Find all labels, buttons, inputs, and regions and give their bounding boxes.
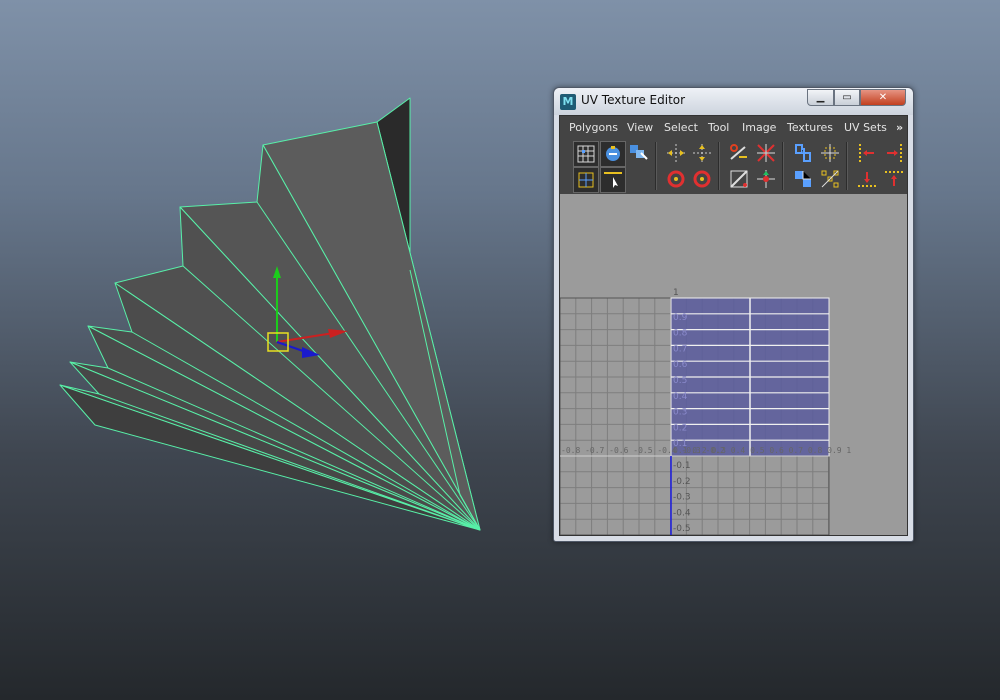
uv-select-move-icon[interactable]	[627, 141, 651, 165]
uv-flip-v-icon[interactable]	[690, 141, 714, 165]
v-neg-tick-label: -0.2	[673, 477, 691, 487]
uv-texture-editor-window[interactable]: M UV Texture Editor ▁ ▭ ✕ Polygons View …	[553, 87, 914, 542]
uv-canvas[interactable]: 1 0.9 0.8 0.7 0.6 0.5 0.4 0.3 0.2 0.1 -0.1 -0.2 -0.…	[560, 194, 907, 535]
v-tick-label: 0.6	[673, 360, 688, 370]
v-neg-tick-label: -0.3	[673, 493, 691, 503]
v-tick-label: 0.2	[673, 423, 687, 433]
window-titlebar[interactable]: M UV Texture Editor ▁ ▭ ✕	[554, 88, 913, 115]
uv-sew-icon[interactable]	[754, 141, 778, 165]
v-tick-label: 0.7	[673, 344, 687, 354]
v-tick-labels: 10.90.80.70.60.50.40.30.20.1	[673, 288, 688, 449]
v-neg-tick-label: -0.5	[673, 524, 691, 534]
maximize-button[interactable]: ▭	[834, 89, 860, 106]
v-tick-label: 0.8	[673, 329, 688, 339]
toolbar-separator	[846, 142, 848, 190]
menu-view[interactable]: View	[627, 121, 653, 134]
window-title: UV Texture Editor	[581, 93, 686, 107]
uv-frame-icon[interactable]	[573, 167, 599, 193]
editor-panel: Polygons View Select Tool Image Textures…	[559, 115, 908, 536]
menu-polygons[interactable]: Polygons	[569, 121, 618, 134]
toolbar-separator	[718, 142, 720, 190]
uv-snap-icon[interactable]	[818, 141, 842, 165]
v-tick-label: 0.4	[673, 392, 688, 402]
uv-normalize-icon[interactable]	[791, 167, 815, 191]
uv-align-top-icon[interactable]	[882, 167, 906, 191]
menu-select[interactable]: Select	[664, 121, 698, 134]
uv-grid-icon[interactable]	[573, 141, 599, 167]
v-tick-label: 0.5	[673, 376, 687, 386]
uv-toolbar	[560, 138, 907, 193]
u-tick-labels-pos: 0.1 0.2 0.3 0.4 0.5 0.6 0.7 0.8 0.9 1	[673, 446, 851, 455]
uv-layout-icon[interactable]	[791, 141, 815, 165]
v-neg-tick-label: -0.1	[673, 461, 691, 471]
fan-mesh[interactable]	[59, 97, 481, 531]
menu-uv-sets[interactable]: UV Sets	[844, 121, 887, 134]
v-tick-label: 0.9	[673, 313, 688, 323]
uv-align-bottom-icon[interactable]	[855, 167, 879, 191]
uv-flip-u-icon[interactable]	[664, 141, 688, 165]
menu-overflow-chevron-icon[interactable]: »	[896, 121, 903, 134]
maya-icon: M	[560, 94, 576, 110]
minimize-button[interactable]: ▁	[807, 89, 834, 106]
uv-rotate-icon[interactable]	[600, 141, 626, 167]
v-tick-label: 0.3	[673, 408, 687, 418]
uv-rotate-cw-icon[interactable]	[690, 167, 714, 191]
uv-rotate-ccw-icon[interactable]	[664, 167, 688, 191]
close-button[interactable]: ✕	[860, 89, 906, 106]
v-tick-label: 1	[673, 288, 679, 298]
uv-move-pivot-icon[interactable]	[754, 167, 778, 191]
menu-tool[interactable]: Tool	[708, 121, 729, 134]
uv-select-tool-icon[interactable]	[600, 167, 626, 193]
menu-bar: Polygons View Select Tool Image Textures…	[560, 116, 907, 138]
uv-align-right-icon[interactable]	[882, 141, 906, 165]
v-neg-tick-label: -0.4	[673, 508, 691, 518]
toolbar-separator	[655, 142, 657, 190]
uv-cut-icon[interactable]	[727, 141, 751, 165]
menu-image[interactable]: Image	[742, 121, 776, 134]
toolbar-separator	[782, 142, 784, 190]
uv-unfold-icon[interactable]	[727, 167, 751, 191]
uv-align-left-icon[interactable]	[855, 141, 879, 165]
menu-textures[interactable]: Textures	[787, 121, 833, 134]
uv-grid-snap-icon[interactable]	[818, 167, 842, 191]
